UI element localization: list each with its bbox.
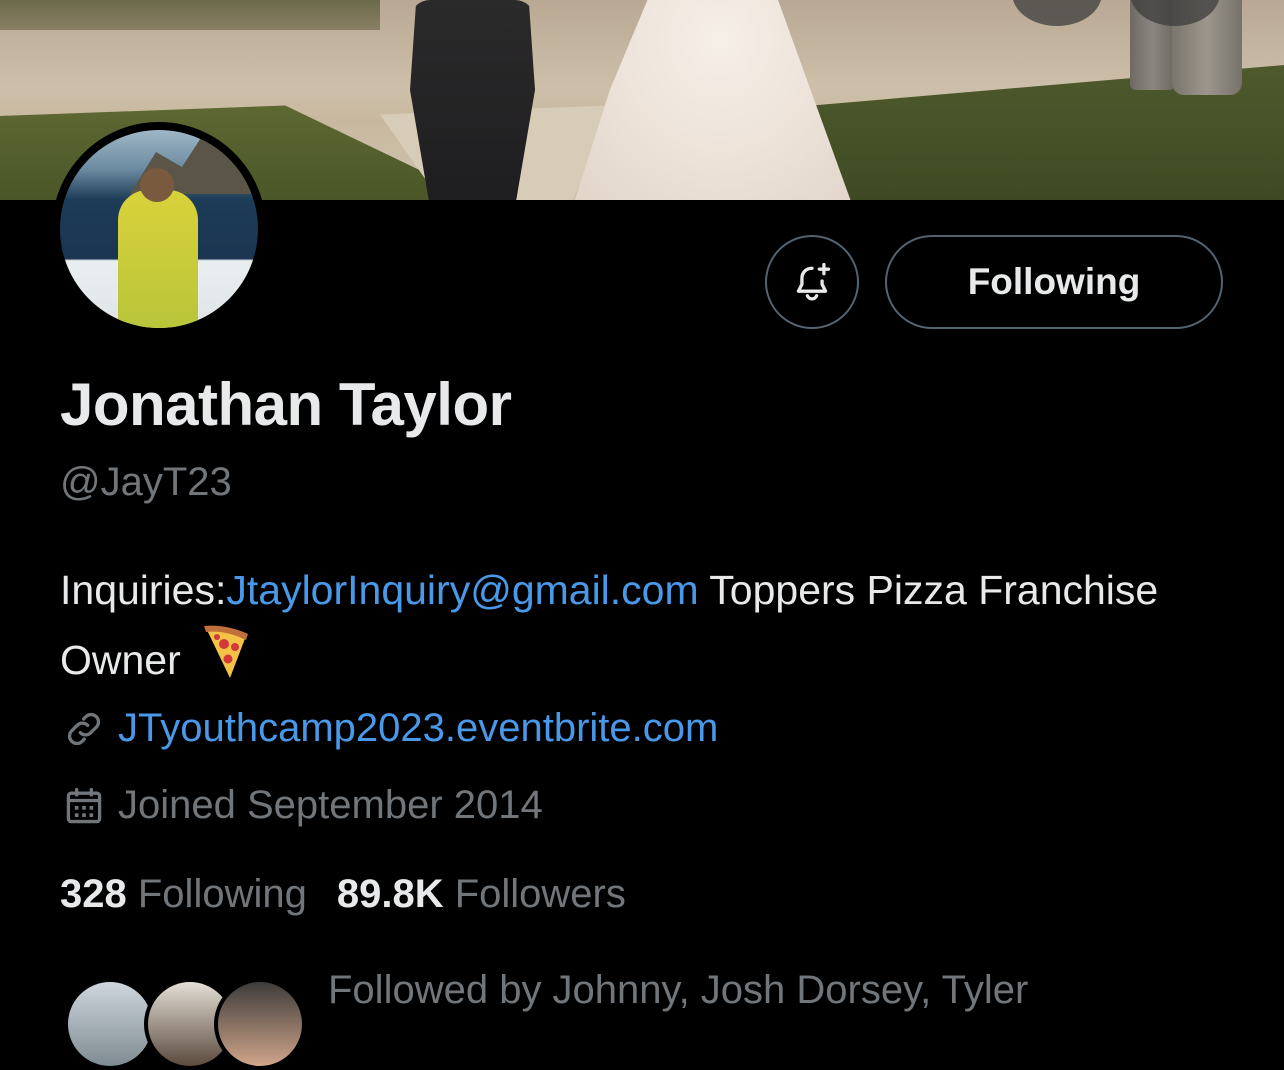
followers-count-link[interactable]: 89.8K Followers [337, 872, 626, 916]
following-button[interactable]: Following [885, 235, 1223, 329]
following-count-link[interactable]: 328 Following [60, 872, 307, 916]
profile-joined-row: Joined September 2014 [62, 783, 543, 828]
profile-avatar[interactable] [52, 122, 266, 336]
joined-date: Joined September 2014 [118, 783, 543, 827]
bio-email-link[interactable]: JtaylorInquiry@gmail.com [226, 567, 698, 613]
banner-bushes [0, 0, 380, 30]
link-icon [62, 707, 106, 751]
banner-bride [575, 0, 851, 200]
notifications-button[interactable] [765, 235, 859, 329]
website-link[interactable]: JTyouthcamp2023.eventbrite.com [118, 706, 718, 751]
profile-website-row: JTyouthcamp2023.eventbrite.com [62, 706, 718, 751]
bio-prefix: Inquiries: [60, 567, 227, 613]
followed-by-avatars[interactable] [64, 978, 306, 1070]
bell-plus-icon [796, 262, 831, 301]
banner-overlay-button[interactable] [1012, 0, 1102, 26]
avatar [64, 978, 156, 1070]
avatar [214, 978, 306, 1070]
profile-bio: Inquiries:JtaylorInquiry@gmail.com Toppe… [60, 558, 1230, 692]
pizza-emoji [204, 625, 249, 678]
following-count: 328 [60, 872, 127, 916]
avatar-person-head [140, 168, 174, 202]
display-name: Jonathan Taylor [60, 371, 512, 438]
following-button-label: Following [967, 261, 1141, 302]
follow-counts: 328 Following 89.8K Followers [60, 872, 626, 917]
calendar-icon [62, 784, 106, 828]
banner-groom [410, 0, 535, 200]
following-count-label: Following [137, 872, 307, 916]
username-handle: @JayT23 [60, 460, 232, 504]
avatar-photo [60, 130, 258, 328]
followers-count: 89.8K [336, 872, 444, 916]
followed-by-text[interactable]: Followed by Johnny, Josh Dorsey, Tyler [328, 968, 1028, 1013]
followers-count-label: Followers [454, 872, 626, 916]
avatar-person [118, 190, 198, 328]
